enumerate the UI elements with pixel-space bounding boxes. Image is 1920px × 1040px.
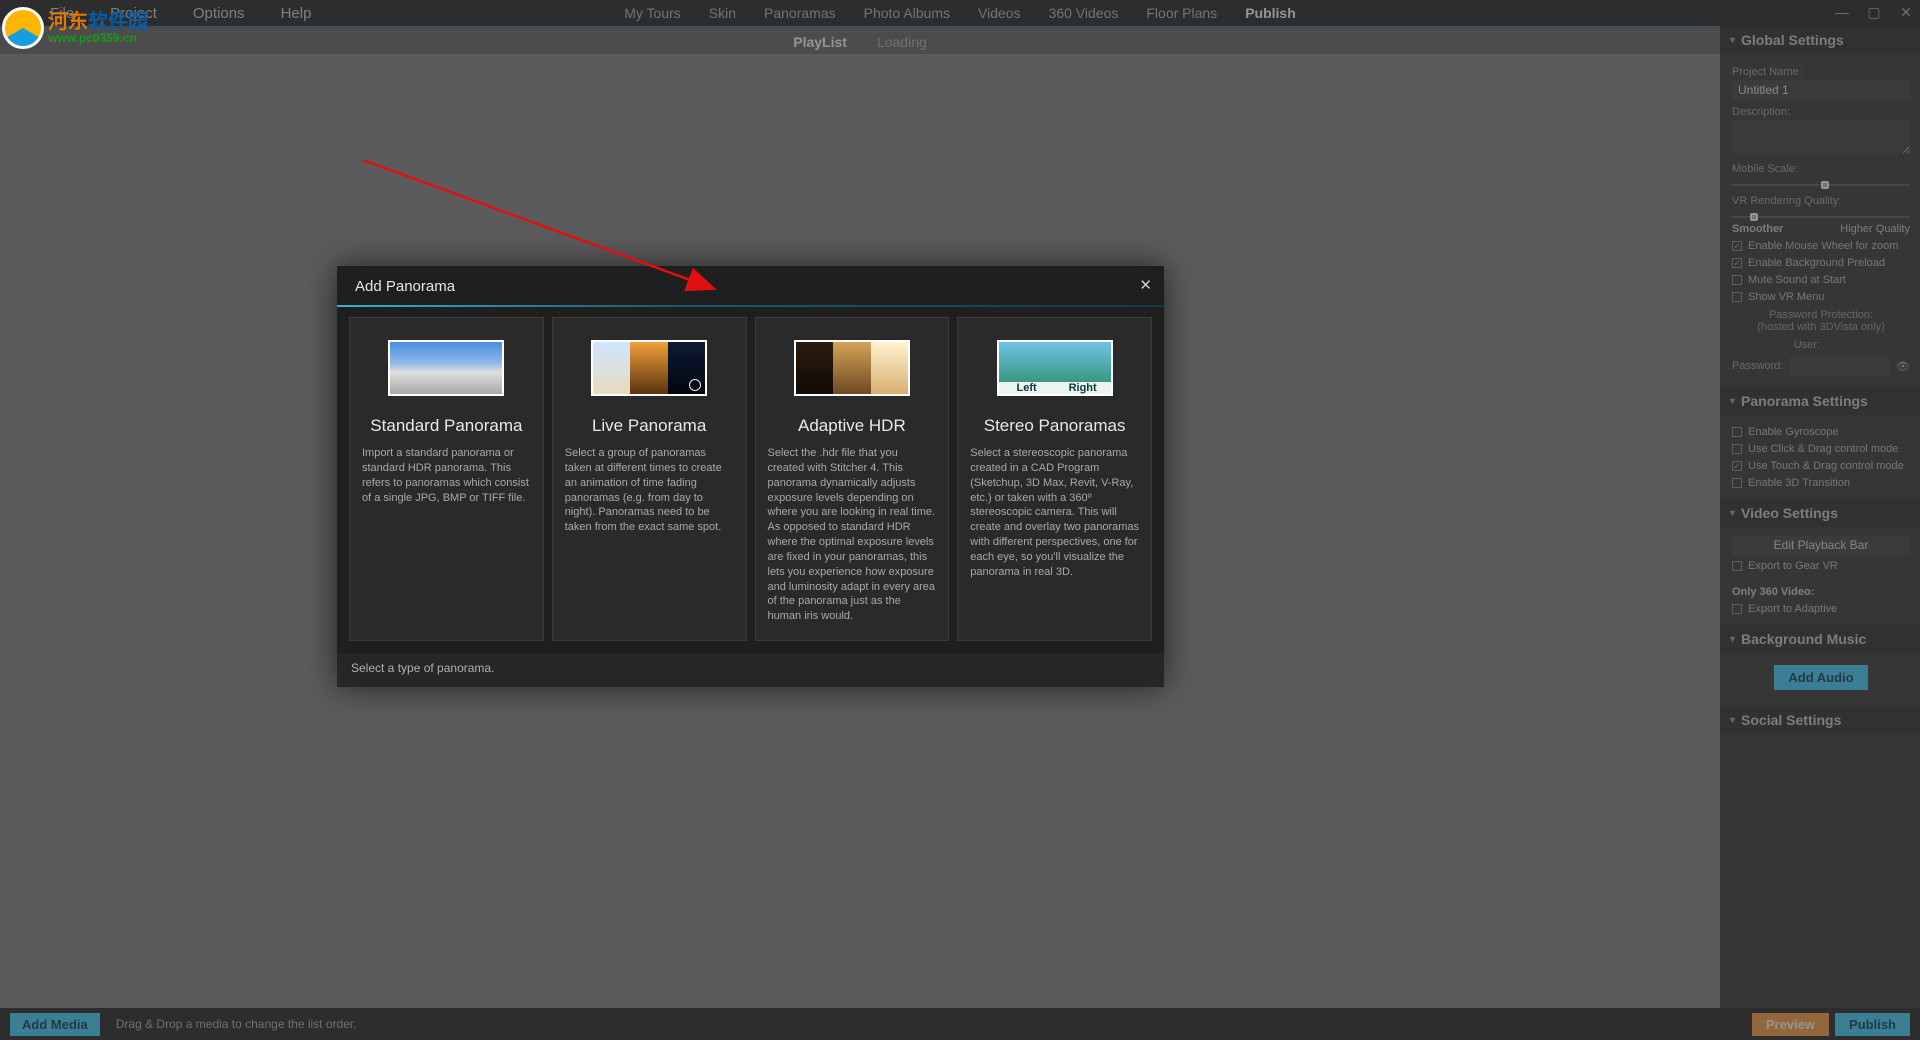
thumbnail-hdr bbox=[794, 340, 910, 396]
card-desc: Select the .hdr file that you created wi… bbox=[768, 446, 937, 624]
card-standard-panorama[interactable]: Standard Panorama Import a standard pano… bbox=[349, 317, 544, 641]
card-desc: Select a stereoscopic panorama created i… bbox=[970, 446, 1139, 580]
close-icon[interactable]: ✕ bbox=[1139, 276, 1152, 294]
card-title: Adaptive HDR bbox=[768, 416, 937, 436]
thumbnail-stereo: Left Right bbox=[997, 340, 1113, 396]
card-title: Live Panorama bbox=[565, 416, 734, 436]
thumbnail-standard bbox=[388, 340, 504, 396]
card-title: Standard Panorama bbox=[362, 416, 531, 436]
card-stereo-panoramas[interactable]: Left Right Stereo Panoramas Select a ste… bbox=[957, 317, 1152, 641]
card-title: Stereo Panoramas bbox=[970, 416, 1139, 436]
dialog-footer: Select a type of panorama. bbox=[337, 653, 1164, 687]
dialog-add-panorama: ✕ Add Panorama Standard Panorama Import … bbox=[337, 266, 1164, 687]
logo-icon bbox=[2, 7, 44, 49]
thumbnail-live bbox=[591, 340, 707, 396]
card-adaptive-hdr[interactable]: Adaptive HDR Select the .hdr file that y… bbox=[755, 317, 950, 641]
card-desc: Import a standard panorama or standard H… bbox=[362, 446, 531, 505]
watermark-logo: 河东软件园 www.pc0359.cn bbox=[2, 0, 162, 56]
card-desc: Select a group of panoramas taken at dif… bbox=[565, 446, 734, 535]
dialog-title: Add Panorama bbox=[337, 266, 1164, 305]
card-live-panorama[interactable]: Live Panorama Select a group of panorama… bbox=[552, 317, 747, 641]
